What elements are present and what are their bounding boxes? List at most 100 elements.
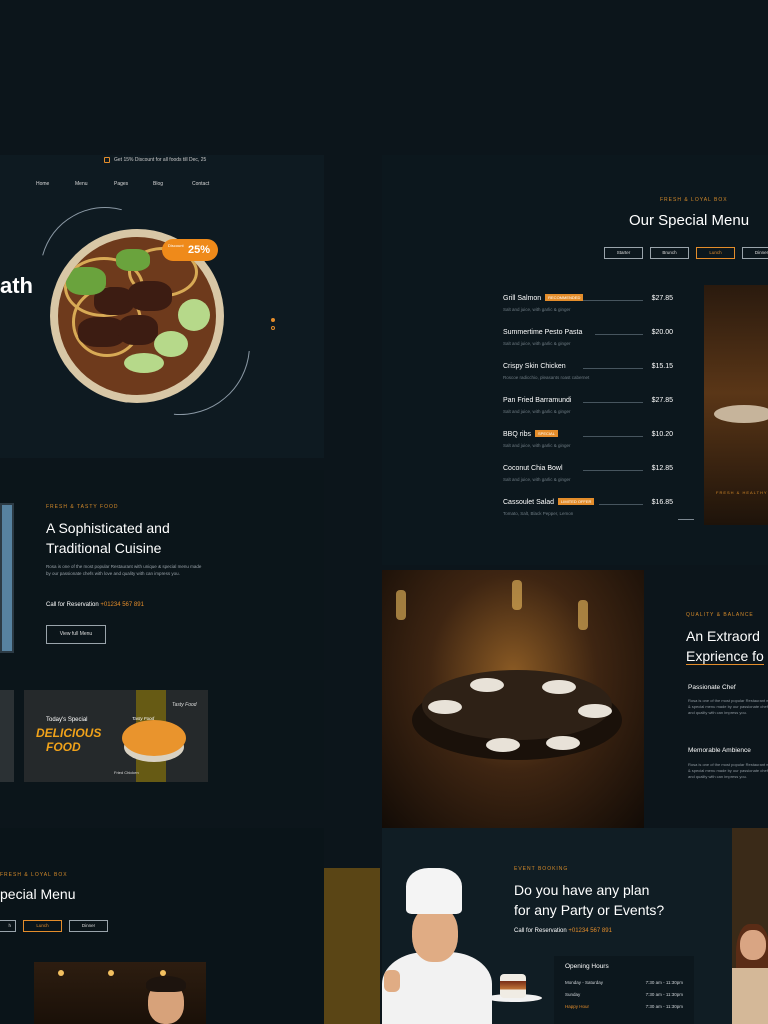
special-tag-top: Tasty Food xyxy=(172,702,197,708)
cuisine-title: A Sophisticated and Traditional Cuisine xyxy=(46,518,170,558)
menu-item-desc: Tomato, Salt, Black Pepper, Lemon xyxy=(503,511,574,516)
divider xyxy=(595,334,643,335)
tab-dinner[interactable]: Dinner xyxy=(742,247,768,259)
menu-item-name: Cassoulet Salad xyxy=(503,499,554,506)
feature-body: Rosa is one of the most popular Restaura… xyxy=(688,762,768,779)
menu-item[interactable]: Coconut Chia Bowl $12.85 Salt and juice,… xyxy=(503,465,673,499)
menu-item-price: $12.85 xyxy=(651,465,673,472)
call-number[interactable]: +01234 567 891 xyxy=(100,602,144,608)
menu-item-price: $15.15 xyxy=(651,363,673,370)
call-label: Call for Reservation xyxy=(514,928,567,934)
opening-hours-card: Opening Hours Monday - Saturday 7:30 am … xyxy=(554,956,694,1024)
cuisine-title-line2: Traditional Cuisine xyxy=(46,540,162,556)
menu-item-name: Crispy Skin Chicken xyxy=(503,363,566,370)
menu-item[interactable]: Summertime Pesto Pasta $20.00 Salt and j… xyxy=(503,329,673,363)
arrow-icon[interactable] xyxy=(678,519,694,520)
cuisine-call: Call for Reservation +01234 567 891 xyxy=(46,602,144,608)
dessert-image xyxy=(500,974,526,998)
menu-item-desc: Salt and juice, with garlic & ginger xyxy=(503,409,571,414)
view-full-menu-button[interactable]: View full Menu xyxy=(46,625,106,644)
feature-title: Passionate Chef xyxy=(688,684,736,691)
cuisine-body: Rosa is one of the most popular Restaura… xyxy=(46,564,202,576)
discount-value: 25% xyxy=(187,244,210,256)
promo-card-edge xyxy=(0,690,14,782)
events-title-line1: Do you have any plan xyxy=(514,882,650,898)
menu-item-price: $27.85 xyxy=(651,295,673,302)
call-number[interactable]: +01234 567 891 xyxy=(568,928,612,934)
special-tag-mid: Tasty Food xyxy=(132,716,155,721)
restaurant-interior-photo: FRESH & HEALTHY xyxy=(704,285,768,525)
hero-headline: ath xyxy=(0,273,33,298)
tab-lunch[interactable]: Lunch xyxy=(696,247,735,259)
cafe-photo xyxy=(732,828,768,1024)
menu-item-name: Grill Salmon xyxy=(503,295,542,302)
nav-menu[interactable]: Menu xyxy=(75,181,114,187)
nav-pages[interactable]: Pages xyxy=(114,181,153,187)
bag-icon xyxy=(104,157,110,163)
feature-title: Memorable Ambience xyxy=(688,747,751,754)
nav-blog[interactable]: Blog xyxy=(153,181,192,187)
menu-item-price: $20.00 xyxy=(651,329,673,336)
events-call: Call for Reservation +01234 567 891 xyxy=(514,928,612,934)
tab-starter[interactable]: Starter xyxy=(604,247,643,259)
todays-special-panel: Today's Special DELICIOUS FOOD Tasty Foo… xyxy=(0,680,324,810)
divider xyxy=(583,300,643,301)
tab-lunch[interactable]: Lunch xyxy=(23,920,62,932)
announcement-text: Get 15% Discount for all foods till Dec,… xyxy=(114,157,207,163)
main-nav: Home Menu Pages Blog Contact xyxy=(36,181,231,187)
divider xyxy=(583,402,643,403)
menu-tabs: Starter Brunch Lunch Dinner xyxy=(604,247,768,259)
menu-item-price: $16.85 xyxy=(651,499,673,506)
menu-item[interactable]: Pan Fried Barramundi $27.85 Salt and jui… xyxy=(503,397,673,431)
cuisine-title-line1: A Sophisticated and xyxy=(46,520,170,536)
menu-item[interactable]: Crispy Skin Chicken $15.15 Roscoe radicc… xyxy=(503,363,673,397)
special-tag-bottom: Fried Chicken xyxy=(114,770,139,775)
discount-badge: Discount 25% xyxy=(162,239,218,261)
nav-home[interactable]: Home xyxy=(36,181,75,187)
special-menu-kicker: FRESH & LOYAL BOX xyxy=(660,197,728,203)
discount-label: Discount xyxy=(168,243,184,248)
menu-item-name: BBQ ribs xyxy=(503,431,532,438)
experience-kicker: QUALITY & BALANCE xyxy=(686,612,754,618)
menu-item[interactable]: Grill Salmon RECOMMENDED $27.85 Salt and … xyxy=(503,294,673,329)
divider xyxy=(583,470,643,471)
thumbs-up-icon xyxy=(384,970,400,992)
special-title: DELICIOUS FOOD xyxy=(36,726,101,754)
slider-dots xyxy=(271,318,275,334)
experience-title-line1: An Extraord xyxy=(686,628,760,644)
hours-day: Happy Hour xyxy=(565,1004,590,1009)
gold-accent-block xyxy=(324,868,380,1024)
woman-portrait xyxy=(740,930,766,960)
events-panel: EVENT BOOKING Do you have any plan for a… xyxy=(382,828,732,1024)
menu-item-badge: LIMITED OFFER xyxy=(557,498,595,505)
special-label: Today's Special xyxy=(46,717,88,723)
bottom-menu-title: pecial Menu xyxy=(0,886,76,902)
cuisine-panel: FRESH & TASTY FOOD A Sophisticated and T… xyxy=(0,470,324,670)
experience-title: An Extraord Exprience fo xyxy=(686,626,764,666)
events-title: Do you have any plan for any Party or Ev… xyxy=(514,880,664,920)
slider-dot-active[interactable] xyxy=(271,318,275,322)
todays-special-card[interactable]: Today's Special DELICIOUS FOOD Tasty Foo… xyxy=(24,690,208,782)
phone-mockup-image xyxy=(0,503,14,653)
tab-brunch[interactable]: Brunch xyxy=(650,247,689,259)
menu-item-name: Coconut Chia Bowl xyxy=(503,465,563,472)
menu-item-desc: Salt and juice, with garlic & ginger xyxy=(503,341,571,346)
menu-item-desc: Salt and juice, with garlic & ginger xyxy=(503,443,571,448)
special-menu-panel: FRESH & LOYAL BOX Our Special Menu Start… xyxy=(382,155,768,565)
special-menu-title: Our Special Menu xyxy=(629,212,750,229)
menu-item[interactable]: BBQ ribs SPECIAL $10.20 Salt and juice, w… xyxy=(503,430,673,465)
cuisine-kicker: FRESH & TASTY FOOD xyxy=(46,504,119,510)
special-title-line1: DELICIOUS xyxy=(36,726,102,740)
tab-dinner[interactable]: Dinner xyxy=(69,920,108,932)
menu-item[interactable]: Cassoulet Salad LIMITED OFFER $16.85 Toma… xyxy=(503,498,673,533)
tab-brunch[interactable]: h xyxy=(0,920,16,932)
call-label: Call for Reservation xyxy=(46,602,99,608)
opening-hours-title: Opening Hours xyxy=(565,963,609,970)
menu-list: Grill Salmon RECOMMENDED $27.85 Salt and … xyxy=(503,294,673,533)
special-title-line2: FOOD xyxy=(46,740,81,754)
slider-dot[interactable] xyxy=(271,326,275,330)
nav-contact[interactable]: Contact xyxy=(192,181,231,187)
hours-day: Monday - Saturday xyxy=(565,980,604,985)
menu-item-name: Summertime Pesto Pasta xyxy=(503,329,583,336)
feature-body: Rosa is one of the most popular Restaura… xyxy=(688,698,768,715)
